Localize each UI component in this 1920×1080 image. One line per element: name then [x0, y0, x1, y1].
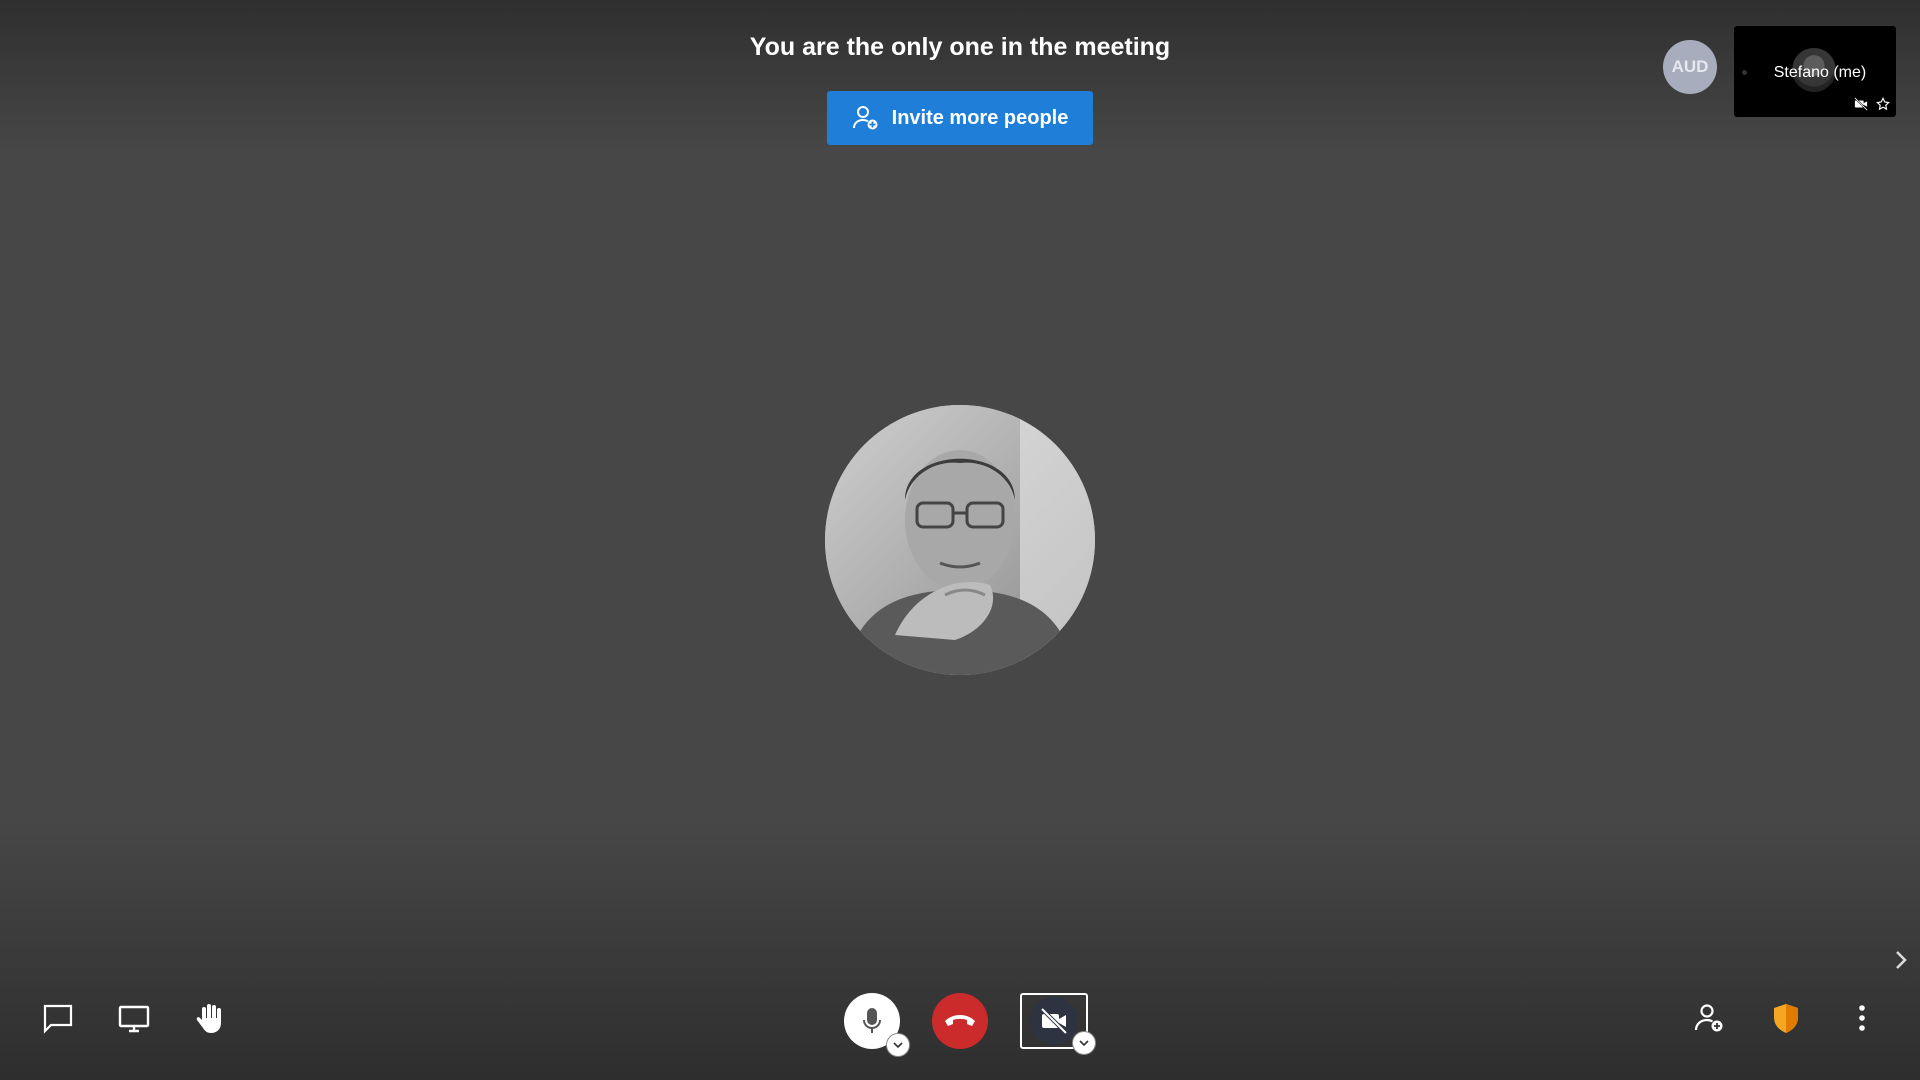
invite-button[interactable] — [1692, 1000, 1728, 1036]
microphone-button[interactable] — [844, 993, 910, 1057]
camera-toggle[interactable] — [1030, 997, 1078, 1045]
invite-more-people-button[interactable]: Invite more people — [827, 91, 1093, 145]
toolbar-right — [1692, 1000, 1880, 1036]
screen-share-button[interactable] — [116, 1000, 152, 1036]
video-settings-caret[interactable] — [1072, 1031, 1096, 1055]
chat-button[interactable] — [40, 1000, 76, 1036]
hangup-button[interactable] — [932, 993, 988, 1049]
screen-share-icon — [118, 1005, 150, 1033]
self-video-tile[interactable]: Stefano (me) — [1734, 26, 1896, 117]
chevron-down-icon — [893, 1042, 903, 1049]
raise-hand-icon — [196, 1004, 221, 1033]
more-options-icon — [1859, 1005, 1865, 1031]
microphone-icon — [863, 1008, 881, 1033]
camera-off-icon — [1040, 1007, 1068, 1035]
toolbar-left — [40, 1000, 228, 1036]
invite-button-label: Invite more people — [891, 106, 1069, 129]
toolbar-center — [844, 993, 1096, 1057]
participant-photo — [825, 405, 1095, 675]
chevron-down-icon — [1079, 1040, 1089, 1047]
audio-settings-caret[interactable] — [886, 1033, 910, 1057]
security-shield-icon — [1774, 1004, 1798, 1033]
meeting-stage: You are the only one in the meeting Invi… — [0, 0, 1920, 1080]
video-muted-icon — [1854, 97, 1868, 111]
more-options-button[interactable] — [1844, 1000, 1880, 1036]
hangup-icon — [945, 1015, 975, 1026]
raise-hand-button[interactable] — [192, 1000, 228, 1036]
audience-avatar[interactable]: AUD — [1663, 40, 1717, 94]
add-person-icon — [852, 106, 878, 130]
self-display-name: Stefano (me) — [1773, 64, 1867, 81]
security-options-button[interactable] — [1768, 1000, 1804, 1036]
invite-icon — [1694, 1004, 1723, 1032]
participant-avatar-large — [825, 405, 1095, 675]
camera-button[interactable] — [1020, 993, 1096, 1055]
moderator-star-icon — [1876, 97, 1890, 111]
meeting-notice-title: You are the only one in the meeting — [749, 33, 1171, 61]
chat-icon — [43, 1004, 73, 1034]
chevron-right-icon[interactable] — [1891, 948, 1911, 972]
